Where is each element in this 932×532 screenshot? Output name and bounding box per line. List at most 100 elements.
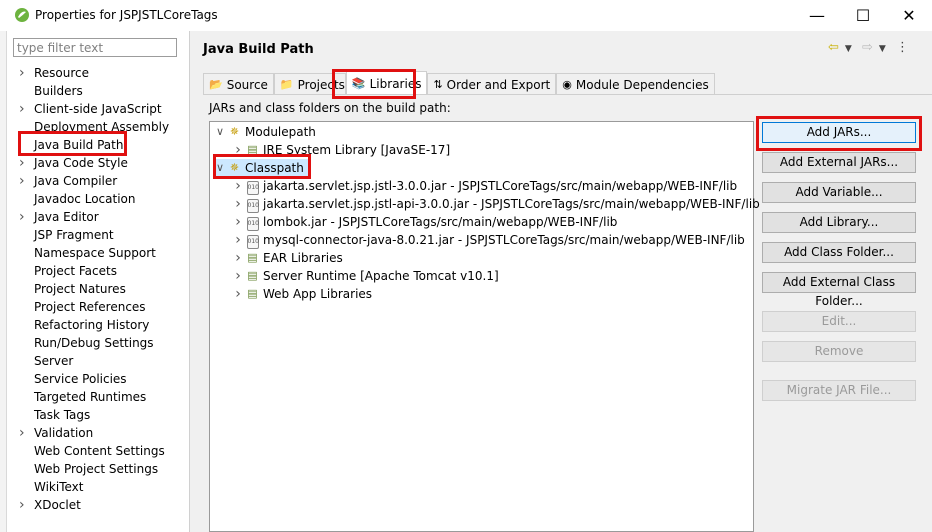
jars-label: JARs and class folders on the build path… — [209, 101, 451, 115]
nav-item-project-facets[interactable]: Project Facets — [16, 262, 190, 280]
build-path-tree[interactable]: ∨ ✵ Modulepath › ▤ JRE System Library [JavaSE… — [209, 121, 760, 532]
add-variable-button[interactable]: Add Variable... — [762, 182, 916, 203]
nav-item-refactoring-history[interactable]: Refactoring History — [16, 316, 190, 334]
expand-chevron-icon[interactable]: › — [19, 100, 25, 118]
close-icon[interactable]: ✕ — [886, 0, 932, 31]
tab-libraries[interactable]: 📚 Libraries — [345, 71, 428, 95]
nav-item-java-build-path[interactable]: Java Build Path — [16, 136, 190, 154]
tree-row[interactable]: ∨ ✵ Modulepath — [213, 123, 316, 141]
projects-icon: 📁 — [279, 77, 294, 91]
edit-button[interactable]: Edit... — [762, 311, 916, 332]
nav-item-label: Java Code Style — [34, 156, 128, 170]
expand-chevron-icon[interactable]: › — [231, 177, 245, 195]
tree-row[interactable]: › ▤ EAR Libraries — [231, 249, 343, 267]
nav-item-label: Run/Debug Settings — [34, 336, 154, 350]
nav-item-jsp-fragment[interactable]: JSP Fragment — [16, 226, 190, 244]
history-nav: ⇦ ▼ ⇨ ▼ ⋮ — [828, 40, 915, 55]
tree-row[interactable]: › 010 lombok.jar - JSPJSTLCoreTags/src/mai… — [231, 213, 617, 231]
collapse-chevron-icon[interactable]: ∨ — [213, 159, 227, 177]
minimize-icon[interactable]: — — [794, 0, 840, 31]
nav-item-project-natures[interactable]: Project Natures — [16, 280, 190, 298]
tab-projects[interactable]: 📁 Projects — [273, 73, 346, 95]
add-jars-button[interactable]: Add JARs... — [762, 122, 916, 143]
tree-row[interactable]: › ▤ Web App Libraries — [231, 285, 372, 303]
tree-row[interactable]: › ▤ Server Runtime [Apache Tomcat v10.1] — [231, 267, 498, 285]
nav-item-targeted-runtimes[interactable]: Targeted Runtimes — [16, 388, 190, 406]
libraries-icon: 📚 — [351, 76, 366, 90]
expand-chevron-icon[interactable]: › — [231, 231, 245, 249]
add-external-jars-button[interactable]: Add External JARs... — [762, 152, 916, 173]
expand-chevron-icon[interactable]: › — [19, 208, 25, 226]
tree-row[interactable]: › 010 jakarta.servlet.jsp.jstl-api-3.0.0.j… — [231, 195, 760, 213]
tree-row[interactable]: › 010 mysql-connector-java-8.0.21.jar - JS… — [231, 231, 745, 249]
nav-item-validation[interactable]: › Validation — [16, 424, 190, 442]
tab-divider — [203, 94, 932, 95]
forward-dropdown-icon[interactable]: ▼ — [879, 44, 886, 54]
nav-item-xdoclet[interactable]: › XDoclet — [16, 496, 190, 514]
nav-item-label: Project Facets — [34, 264, 117, 278]
tab-order-and-export[interactable]: ⇅ Order and Export — [427, 73, 557, 95]
more-options-icon[interactable]: ⋮ — [896, 40, 909, 55]
expand-chevron-icon[interactable]: › — [231, 249, 245, 267]
tree-row-label: Classpath — [245, 161, 304, 175]
app-icon — [15, 8, 29, 22]
remove-button[interactable]: Remove — [762, 341, 916, 362]
nav-item-task-tags[interactable]: Task Tags — [16, 406, 190, 424]
expand-chevron-icon[interactable]: › — [19, 424, 25, 442]
tree-row[interactable]: › 010 jakarta.servlet.jsp.jstl-3.0.0.jar -… — [231, 177, 737, 195]
nav-item-web-project-settings[interactable]: Web Project Settings — [16, 460, 190, 478]
nav-item-java-compiler[interactable]: › Java Compiler — [16, 172, 190, 190]
back-dropdown-icon[interactable]: ▼ — [845, 44, 852, 54]
expand-chevron-icon[interactable]: › — [19, 64, 25, 82]
nav-item-server[interactable]: Server — [16, 352, 190, 370]
expand-chevron-icon[interactable]: › — [231, 195, 245, 213]
nav-item-label: JSP Fragment — [34, 228, 114, 242]
nav-item-client-side-javascript[interactable]: › Client-side JavaScript — [16, 100, 190, 118]
nav-item-label: Java Compiler — [34, 174, 118, 188]
tree-row-label: Modulepath — [245, 125, 316, 139]
library-icon: ▤ — [247, 287, 258, 300]
jar-icon: 010 — [245, 195, 260, 213]
add-class-folder-button[interactable]: Add Class Folder... — [762, 242, 916, 263]
tree-row[interactable]: › ▤ JRE System Library [JavaSE-17] — [231, 141, 450, 159]
tree-row-label: lombok.jar - JSPJSTLCoreTags/src/main/we… — [263, 215, 618, 229]
tab-source[interactable]: 📂 Source — [203, 73, 274, 95]
expand-chevron-icon[interactable]: › — [231, 141, 245, 159]
migrate-jar-file-button[interactable]: Migrate JAR File... — [762, 380, 916, 401]
tree-row-label: EAR Libraries — [263, 251, 343, 265]
nav-item-run-debug-settings[interactable]: Run/Debug Settings — [16, 334, 190, 352]
nav-item-project-references[interactable]: Project References — [16, 298, 190, 316]
nav-item-builders[interactable]: Builders — [16, 82, 190, 100]
expand-chevron-icon[interactable]: › — [19, 496, 25, 514]
add-library-button[interactable]: Add Library... — [762, 212, 916, 233]
nav-item-namespace-support[interactable]: Namespace Support — [16, 244, 190, 262]
nav-item-web-content-settings[interactable]: Web Content Settings — [16, 442, 190, 460]
add-external-class-folder-button[interactable]: Add External Class Folder... — [762, 272, 916, 308]
nav-item-java-editor[interactable]: › Java Editor — [16, 208, 190, 226]
forward-arrow-icon[interactable]: ⇨ — [862, 40, 873, 55]
jar-icon: 010 — [245, 231, 260, 249]
nav-item-java-code-style[interactable]: › Java Code Style — [16, 154, 190, 172]
tree-row[interactable]: ∨ ✵ Classpath — [213, 159, 308, 177]
back-arrow-icon[interactable]: ⇦ — [828, 40, 839, 55]
maximize-icon[interactable]: ☐ — [840, 0, 886, 31]
expand-chevron-icon[interactable]: › — [231, 285, 245, 303]
filter-input[interactable] — [13, 38, 177, 57]
expand-chevron-icon[interactable]: › — [19, 154, 25, 172]
tab-module-dependencies[interactable]: ◉ Module Dependencies — [556, 73, 715, 95]
expand-chevron-icon[interactable]: › — [19, 172, 25, 190]
expand-chevron-icon[interactable]: › — [231, 213, 245, 231]
nav-item-javadoc-location[interactable]: Javadoc Location — [16, 190, 190, 208]
expand-chevron-icon[interactable]: › — [231, 267, 245, 285]
tab-label: Order and Export — [446, 77, 551, 92]
nav-item-label: Builders — [34, 84, 83, 98]
module-dependencies-icon: ◉ — [562, 77, 572, 91]
nav-item-deployment-assembly[interactable]: Deployment Assembly — [16, 118, 190, 136]
nav-item-wikitext[interactable]: WikiText — [16, 478, 190, 496]
nav-item-label: Validation — [34, 426, 94, 440]
nav-item-service-policies[interactable]: Service Policies — [16, 370, 190, 388]
nav-item-label: Task Tags — [34, 408, 91, 422]
classpath-icon: ✵ — [229, 161, 240, 174]
nav-item-resource[interactable]: › Resource — [16, 64, 190, 82]
collapse-chevron-icon[interactable]: ∨ — [213, 123, 227, 141]
